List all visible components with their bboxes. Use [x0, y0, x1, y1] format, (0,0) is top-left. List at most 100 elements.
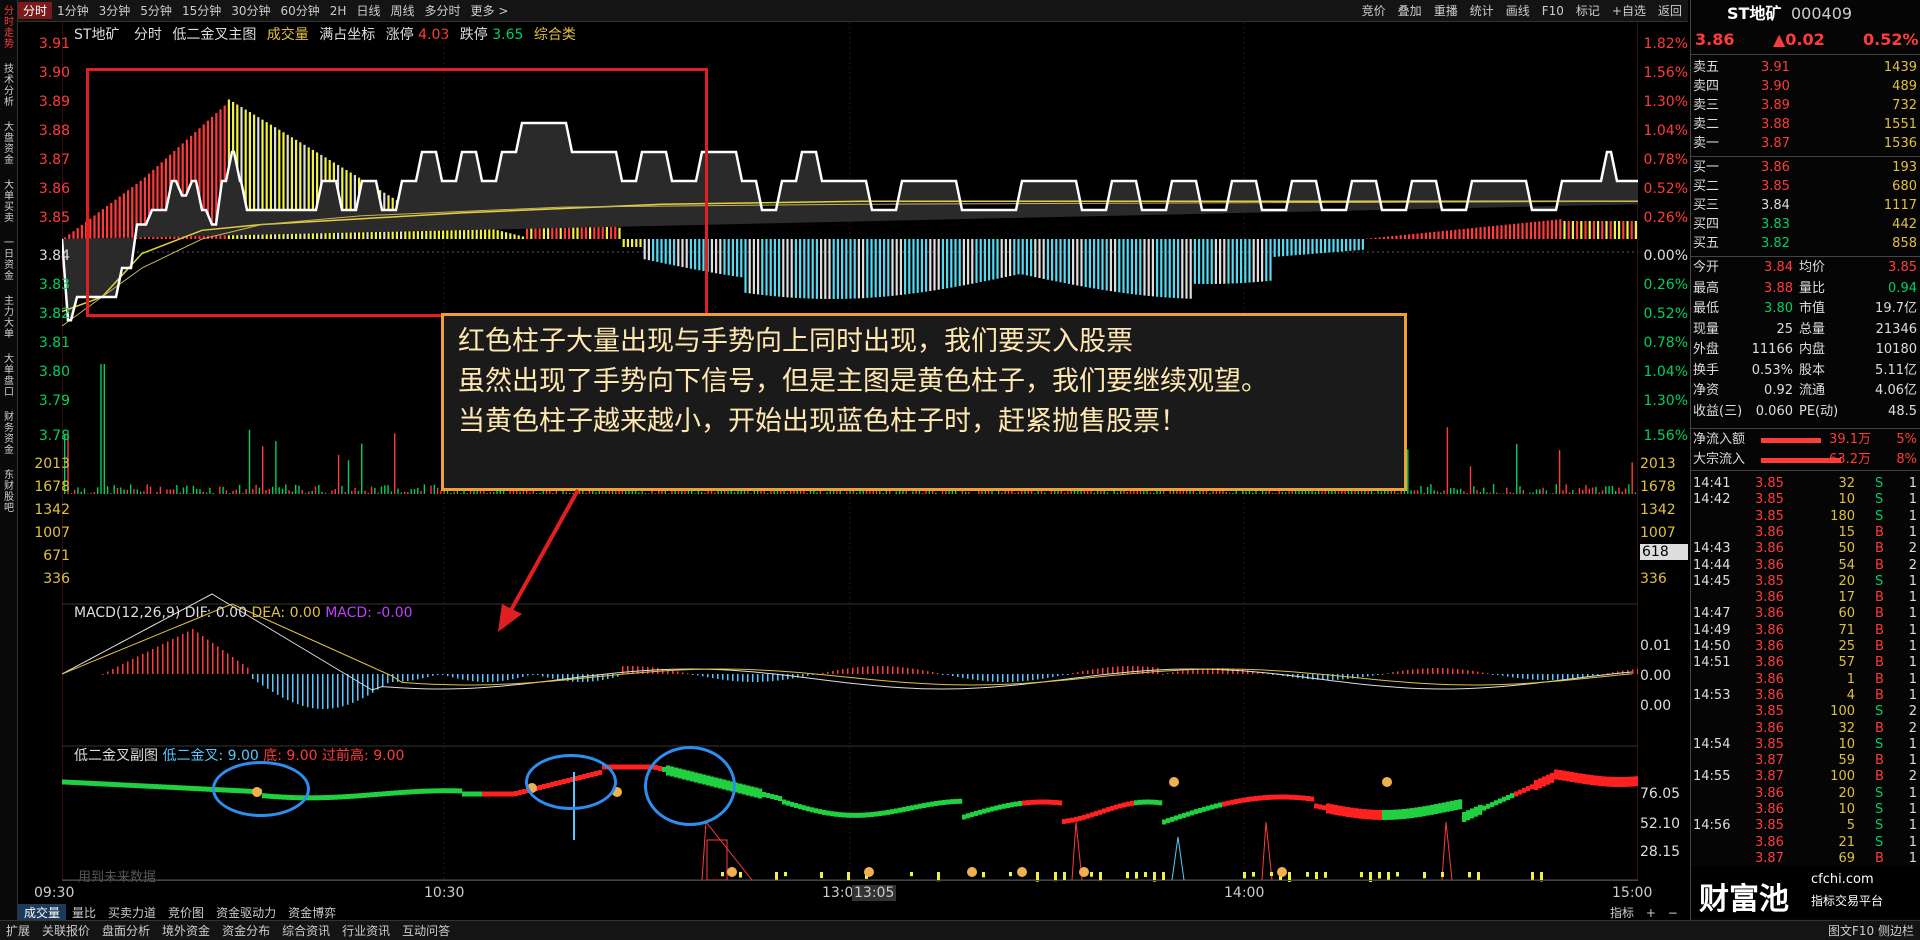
tool-mark[interactable]: 标记 [1570, 2, 1606, 19]
signal-bar [803, 239, 806, 299]
macd-bar [542, 674, 544, 677]
period-60m[interactable]: 60分钟 [276, 2, 325, 19]
stat-value: 5.11亿 [1875, 362, 1917, 378]
ribbon-segment [1230, 799, 1235, 805]
ribbon-segment [1186, 811, 1191, 817]
tool-overlay[interactable]: 叠加 [1392, 2, 1428, 19]
macd-bar [1392, 672, 1394, 674]
period-multi[interactable]: 多分时 [419, 2, 465, 19]
bottom-industry[interactable]: 行业资讯 [336, 922, 396, 939]
ribbon-segment [1162, 819, 1167, 825]
ribbon-segment [934, 800, 939, 806]
signal-bar [933, 239, 936, 291]
bid-row: 买一 3.86 193 [1691, 158, 1920, 178]
period-3m[interactable]: 3分钟 [94, 2, 136, 19]
signal-bar [862, 239, 865, 299]
macd-bar [722, 674, 724, 680]
signal-bar [1416, 233, 1419, 239]
macd-bar [307, 674, 309, 708]
signal-bar [925, 239, 928, 292]
ribbon-segment [1454, 800, 1459, 811]
macd-bar [397, 674, 399, 682]
bottom-analysis[interactable]: 盘面分析 [96, 922, 156, 939]
stat-label: 量比 [1799, 280, 1826, 296]
period-15m[interactable]: 15分钟 [177, 2, 226, 19]
volume-bar [1271, 492, 1274, 494]
tool-f10[interactable]: F10 [1536, 4, 1570, 18]
tool-add-watch[interactable]: +自选 [1606, 2, 1652, 19]
tab-tech[interactable]: 技术分析 [1, 64, 17, 108]
macd-bar [112, 669, 114, 674]
indicator-button[interactable]: 指标 [1610, 906, 1634, 920]
tab-auction[interactable]: 竞价图 [162, 904, 210, 920]
bottom-right-links[interactable]: 图文F10 侧边栏 [1822, 922, 1920, 939]
tab-fenshi[interactable]: 分时走势 [1, 6, 17, 50]
zoom-in-icon[interactable]: + [1646, 906, 1656, 920]
bottom-expand[interactable]: 扩展 [0, 922, 36, 939]
tab-big-pankou[interactable]: 大单盘口 [1, 354, 17, 398]
volume-bar [123, 489, 125, 494]
period-5m[interactable]: 5分钟 [135, 2, 177, 19]
period-2h[interactable]: 2H [325, 4, 352, 18]
small-bar [1126, 872, 1129, 879]
tab-finance[interactable]: 财务资金 [1, 412, 17, 456]
signal-bar [1206, 239, 1209, 284]
signal-bar [1231, 239, 1234, 284]
ribbon-segment [930, 801, 935, 807]
signal-bar [916, 239, 919, 293]
tab-market-funds[interactable]: 大盘资金 [1, 122, 17, 166]
macd-bar [1582, 674, 1584, 678]
bottom-news[interactable]: 综合资讯 [276, 922, 336, 939]
period-fenshi[interactable]: 分时 [18, 2, 53, 19]
macd-bar [737, 674, 739, 682]
macd-bar [477, 674, 479, 682]
period-more[interactable]: 更多 > [466, 2, 514, 19]
small-bar [1378, 872, 1381, 879]
tab-volume[interactable]: 成交量 [18, 904, 67, 920]
macd-title[interactable]: MACD(12,26,9) [74, 605, 180, 621]
macd-bar [1632, 669, 1634, 674]
volume-bar [1542, 487, 1544, 494]
ribbon-segment [118, 782, 123, 788]
tab-main-big[interactable]: 主力大单 [1, 296, 17, 340]
signal-circle-1 [212, 761, 310, 817]
tab-day-funds[interactable]: 一日资金 [1, 238, 17, 282]
vol-tick: 2013 [1640, 456, 1676, 472]
tool-draw[interactable]: 画线 [1500, 2, 1536, 19]
bottom-qa[interactable]: 互动问答 [396, 922, 456, 939]
tab-fund-drive[interactable]: 资金驱动力 [210, 904, 282, 920]
macd-bar [1007, 674, 1009, 682]
signal-bar [941, 239, 944, 289]
ribbon-segment [762, 792, 767, 797]
bottom-foreign[interactable]: 境外资金 [156, 922, 216, 939]
tool-back[interactable]: 返回 [1652, 2, 1688, 19]
ribbon-segment [98, 781, 103, 787]
period-week[interactable]: 周线 [385, 2, 419, 19]
macd-tick: 0.00 [1640, 668, 1672, 684]
tab-volume-ratio[interactable]: 量比 [66, 904, 102, 920]
tab-fund-game[interactable]: 资金博弈 [282, 904, 342, 920]
tab-big-trades[interactable]: 大单买卖 [1, 180, 17, 224]
tab-guba[interactable]: 东财股吧 [1, 470, 17, 514]
zoom-out-icon[interactable]: − [1668, 906, 1678, 920]
period-day[interactable]: 日线 [351, 2, 385, 19]
tool-auction[interactable]: 竞价 [1356, 2, 1392, 19]
small-bar [1531, 872, 1534, 880]
macd-bar [757, 674, 759, 682]
bottom-related[interactable]: 关联报价 [36, 922, 96, 939]
macd-bar [1557, 674, 1559, 680]
period-30m[interactable]: 30分钟 [226, 2, 275, 19]
pct-tick: 1.30% [1643, 94, 1688, 110]
bottom-fund-dist[interactable]: 资金分布 [216, 922, 276, 939]
tab-power[interactable]: 买卖力道 [102, 904, 162, 920]
macd-bar [392, 674, 394, 682]
quote-name: ST地矿 [1727, 4, 1782, 23]
signal-bar [1181, 239, 1184, 299]
tool-stats[interactable]: 统计 [1464, 2, 1500, 19]
ribbon-segment [142, 783, 147, 789]
period-1m[interactable]: 1分钟 [52, 2, 94, 19]
signal-bar [1080, 239, 1083, 287]
sub-title[interactable]: 低二金叉副图 [74, 748, 158, 764]
tool-replay[interactable]: 重播 [1428, 2, 1464, 19]
hand-icon [1169, 777, 1179, 787]
